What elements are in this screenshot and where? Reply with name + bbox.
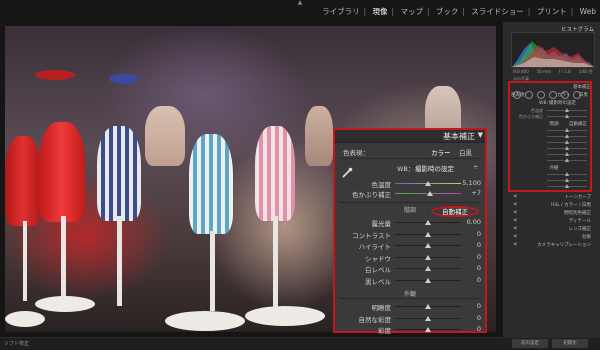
module-web[interactable]: Web <box>580 7 596 16</box>
temperature-slider[interactable]: 色温度 5,100 <box>335 179 485 189</box>
basic-panel-title: 基本補正 <box>443 132 475 141</box>
slider-label: 色かぶり補正 <box>352 191 391 199</box>
slider-label: 彩度 <box>378 327 391 335</box>
module-print[interactable]: プリント <box>537 7 567 16</box>
bottom-toolbar: ソフト校正 前の設定 初期化 <box>0 337 600 350</box>
iso-value: ISO 800 <box>513 69 529 74</box>
slider-value[interactable]: 0 <box>461 302 481 310</box>
soft-proofing-label[interactable]: ソフト校正 <box>4 340 29 347</box>
basic-panel-header[interactable]: 基本補正 ▼ <box>335 130 485 143</box>
auto-tone-button[interactable]: 自動補正 <box>431 206 479 217</box>
slider-knob[interactable] <box>425 243 431 248</box>
bw-option[interactable]: 白黒 <box>459 147 472 157</box>
wb-label: WB： <box>397 165 415 173</box>
panel-effects[interactable]: ◀ 効果 <box>511 234 597 241</box>
slider-tone_sliders-5[interactable]: 黒レベル 0 <box>335 276 485 286</box>
slider-value[interactable]: +7 <box>461 189 481 197</box>
slider-knob[interactable] <box>425 181 431 186</box>
bottom-previous-button[interactable]: 前の設定 <box>512 339 548 348</box>
slider-label: 露光量 <box>371 220 392 228</box>
slider-tone_sliders-2[interactable]: ハイライト 0 <box>335 241 485 251</box>
bottom-reset-button[interactable]: 初期化 <box>552 339 588 348</box>
slider-knob[interactable] <box>425 254 431 260</box>
eyedropper-icon[interactable] <box>341 167 353 179</box>
histogram <box>511 32 595 68</box>
histogram-info: ISO 800 50 mm f / 2.8 1/60 秒 <box>513 69 593 75</box>
histogram-graph <box>512 41 594 67</box>
slider-value[interactable]: 0 <box>461 253 481 261</box>
panel-lens-corrections[interactable]: ◀ レンズ補正 <box>511 226 597 233</box>
slider-knob[interactable] <box>426 191 433 196</box>
module-book[interactable]: ブック <box>436 7 459 16</box>
tint-slider[interactable]: 色かぶり補正 +7 <box>335 189 485 199</box>
module-bar: ▲ ライブラリ | 現像 | マップ | ブック | スライドショー | プリント | We… <box>0 0 600 22</box>
presence-title: 外観 <box>403 291 416 298</box>
slider-tone_sliders-3[interactable]: シャドウ 0 <box>335 253 485 263</box>
focal-length: 50 mm <box>536 69 551 74</box>
slider-presence_sliders-1[interactable]: 自然な彩度 0 <box>335 314 485 324</box>
slider-label: ハイライト <box>358 243 391 251</box>
slider-value[interactable]: 0 <box>461 314 481 322</box>
slider-value[interactable]: 0 <box>461 325 481 333</box>
panel-hsl[interactable]: ◀ HSL / カラー / 白黒 <box>511 202 597 209</box>
module-develop[interactable]: 現像 <box>373 7 388 16</box>
slider-tone_sliders-1[interactable]: コントラスト 0 <box>335 230 485 240</box>
slider-value[interactable]: 0.00 <box>461 218 481 226</box>
slider-value[interactable]: 0 <box>461 230 481 238</box>
aperture: f / 2.8 <box>559 69 571 74</box>
slider-label: 白レベル <box>365 266 391 274</box>
panel-tone-curve[interactable]: ◀ トーンカーブ <box>511 194 597 201</box>
zoomed-basic-panel: 基本補正 ▼ 色表現： カラー 白黒 WB： 撮影時の設定 ÷ 色温度 5,10… <box>333 128 487 335</box>
slider-knob[interactable] <box>425 304 431 309</box>
module-library[interactable]: ライブラリ <box>322 7 360 16</box>
slider-value[interactable]: 0 <box>461 276 481 284</box>
slider-knob[interactable] <box>425 220 431 225</box>
module-slideshow[interactable]: スライドショー <box>471 7 524 16</box>
wb-dropdown-icon[interactable]: ÷ <box>473 163 478 171</box>
slider-label: 明瞭度 <box>371 304 392 312</box>
slider-knob[interactable] <box>425 266 431 271</box>
slider-label: 黒レベル <box>365 277 391 286</box>
slider-knob[interactable] <box>425 327 431 332</box>
module-picker: ライブラリ | 現像 | マップ | ブック | スライドショー | プリント | Web <box>322 7 596 16</box>
slider-label: 色温度 <box>371 181 392 189</box>
slider-knob[interactable] <box>425 231 431 237</box>
slider-value[interactable]: 0 <box>461 264 481 272</box>
slider-value[interactable]: 0 <box>461 241 481 249</box>
slider-value[interactable]: 5,100 <box>461 179 481 187</box>
shutter-speed: 1/60 秒 <box>578 69 593 74</box>
highlight-box-small <box>508 81 592 192</box>
collapse-triangle-icon[interactable]: ▼ <box>478 131 483 139</box>
slider-label: コントラスト <box>352 231 391 240</box>
slider-presence_sliders-2[interactable]: 彩度 0 <box>335 325 485 335</box>
panel-camera-calibration[interactable]: ◀ カメラキャリブレーション <box>511 242 597 249</box>
module-map[interactable]: マップ <box>400 7 423 16</box>
wb-value[interactable]: 撮影時の設定 <box>415 163 454 173</box>
slider-presence_sliders-0[interactable]: 明瞭度 0 <box>335 302 485 312</box>
slider-knob[interactable] <box>425 315 431 321</box>
slider-tone_sliders-4[interactable]: 白レベル 0 <box>335 264 485 274</box>
slider-tone_sliders-0[interactable]: 露光量 0.00 <box>335 218 485 228</box>
panel-split-toning[interactable]: ◀ 明暗別色補正 <box>511 210 597 217</box>
slider-knob[interactable] <box>425 277 431 283</box>
slider-label: シャドウ <box>365 254 391 263</box>
profile-label: 色表現： <box>343 149 369 157</box>
color-option[interactable]: カラー <box>431 147 451 157</box>
collapse-top-icon[interactable]: ▲ <box>295 0 305 6</box>
slider-label: 自然な彩度 <box>358 315 392 324</box>
panel-detail[interactable]: ◀ ディテール <box>511 218 597 225</box>
